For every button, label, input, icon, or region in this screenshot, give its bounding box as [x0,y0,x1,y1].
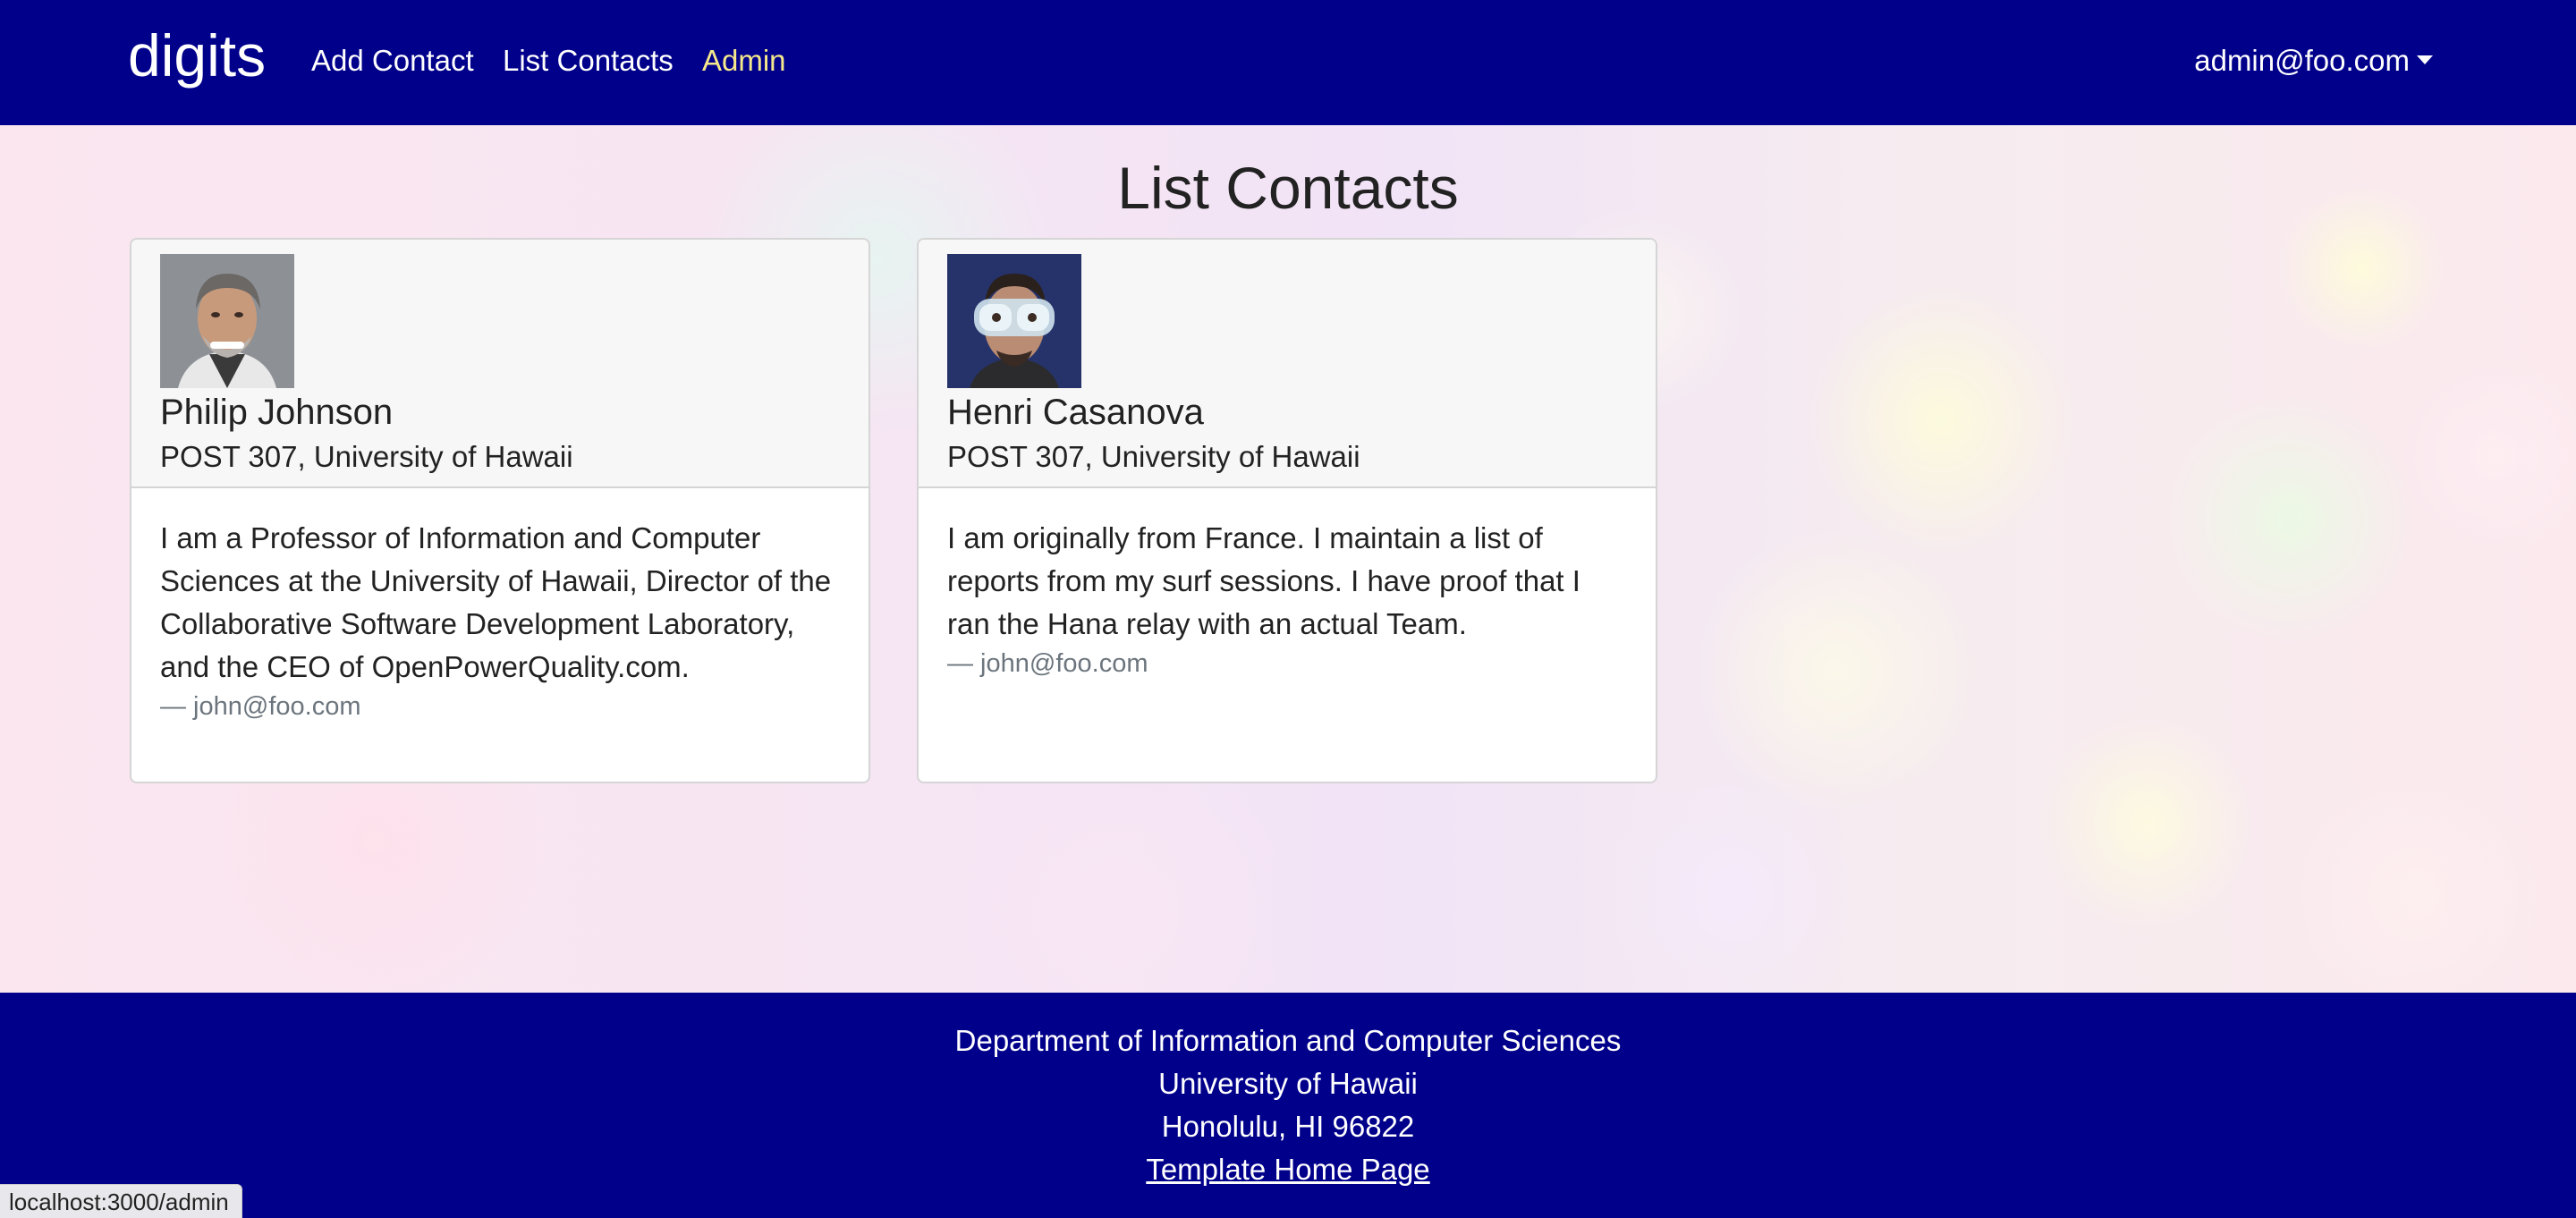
nav-list-contacts[interactable]: List Contacts [503,41,674,80]
person-photo-icon [947,254,1081,388]
contact-card: Henri Casanova POST 307, University of H… [917,238,1657,783]
top-navbar: digits Add Contact List Contacts Admin a… [0,0,2576,125]
contact-address: POST 307, University of Hawaii [947,440,1360,473]
contact-name: Philip Johnson [160,393,394,432]
avatar [947,254,1081,388]
nav-add-contact[interactable]: Add Contact [311,41,474,80]
brand-logo[interactable]: digits [128,20,266,91]
contact-description: I am originally from France. I maintain … [947,521,1580,640]
card-body: I am a Professor of Information and Comp… [160,517,843,724]
contact-owner: — john@foo.com [160,692,361,721]
caret-down-icon [2417,55,2433,65]
contact-description: I am a Professor of Information and Comp… [160,521,832,683]
card-body: I am originally from France. I maintain … [947,517,1631,681]
page-title: List Contacts [1117,155,1459,221]
contact-address: POST 307, University of Hawaii [160,440,573,473]
card-header: Henri Casanova POST 307, University of H… [919,240,1656,488]
footer-department: Department of Information and Computer S… [954,1024,1622,1057]
template-home-link[interactable]: Template Home Page [1146,1153,1429,1186]
status-bar-url: localhost:3000/admin [0,1184,242,1218]
contact-card: Philip Johnson POST 307, University of H… [130,238,870,783]
footer-university: University of Hawaii [1158,1067,1418,1100]
contact-name: Henri Casanova [947,393,1204,432]
page-footer: Department of Information and Computer S… [0,993,2576,1218]
user-email: admin@foo.com [2194,44,2410,77]
person-photo-icon [160,254,294,388]
contact-owner: — john@foo.com [947,649,1148,678]
nav-admin[interactable]: Admin [702,41,786,80]
card-header: Philip Johnson POST 307, University of H… [131,240,869,488]
footer-address: Honolulu, HI 96822 [1161,1110,1415,1143]
user-dropdown[interactable]: admin@foo.com [2194,41,2433,80]
avatar [160,254,294,388]
